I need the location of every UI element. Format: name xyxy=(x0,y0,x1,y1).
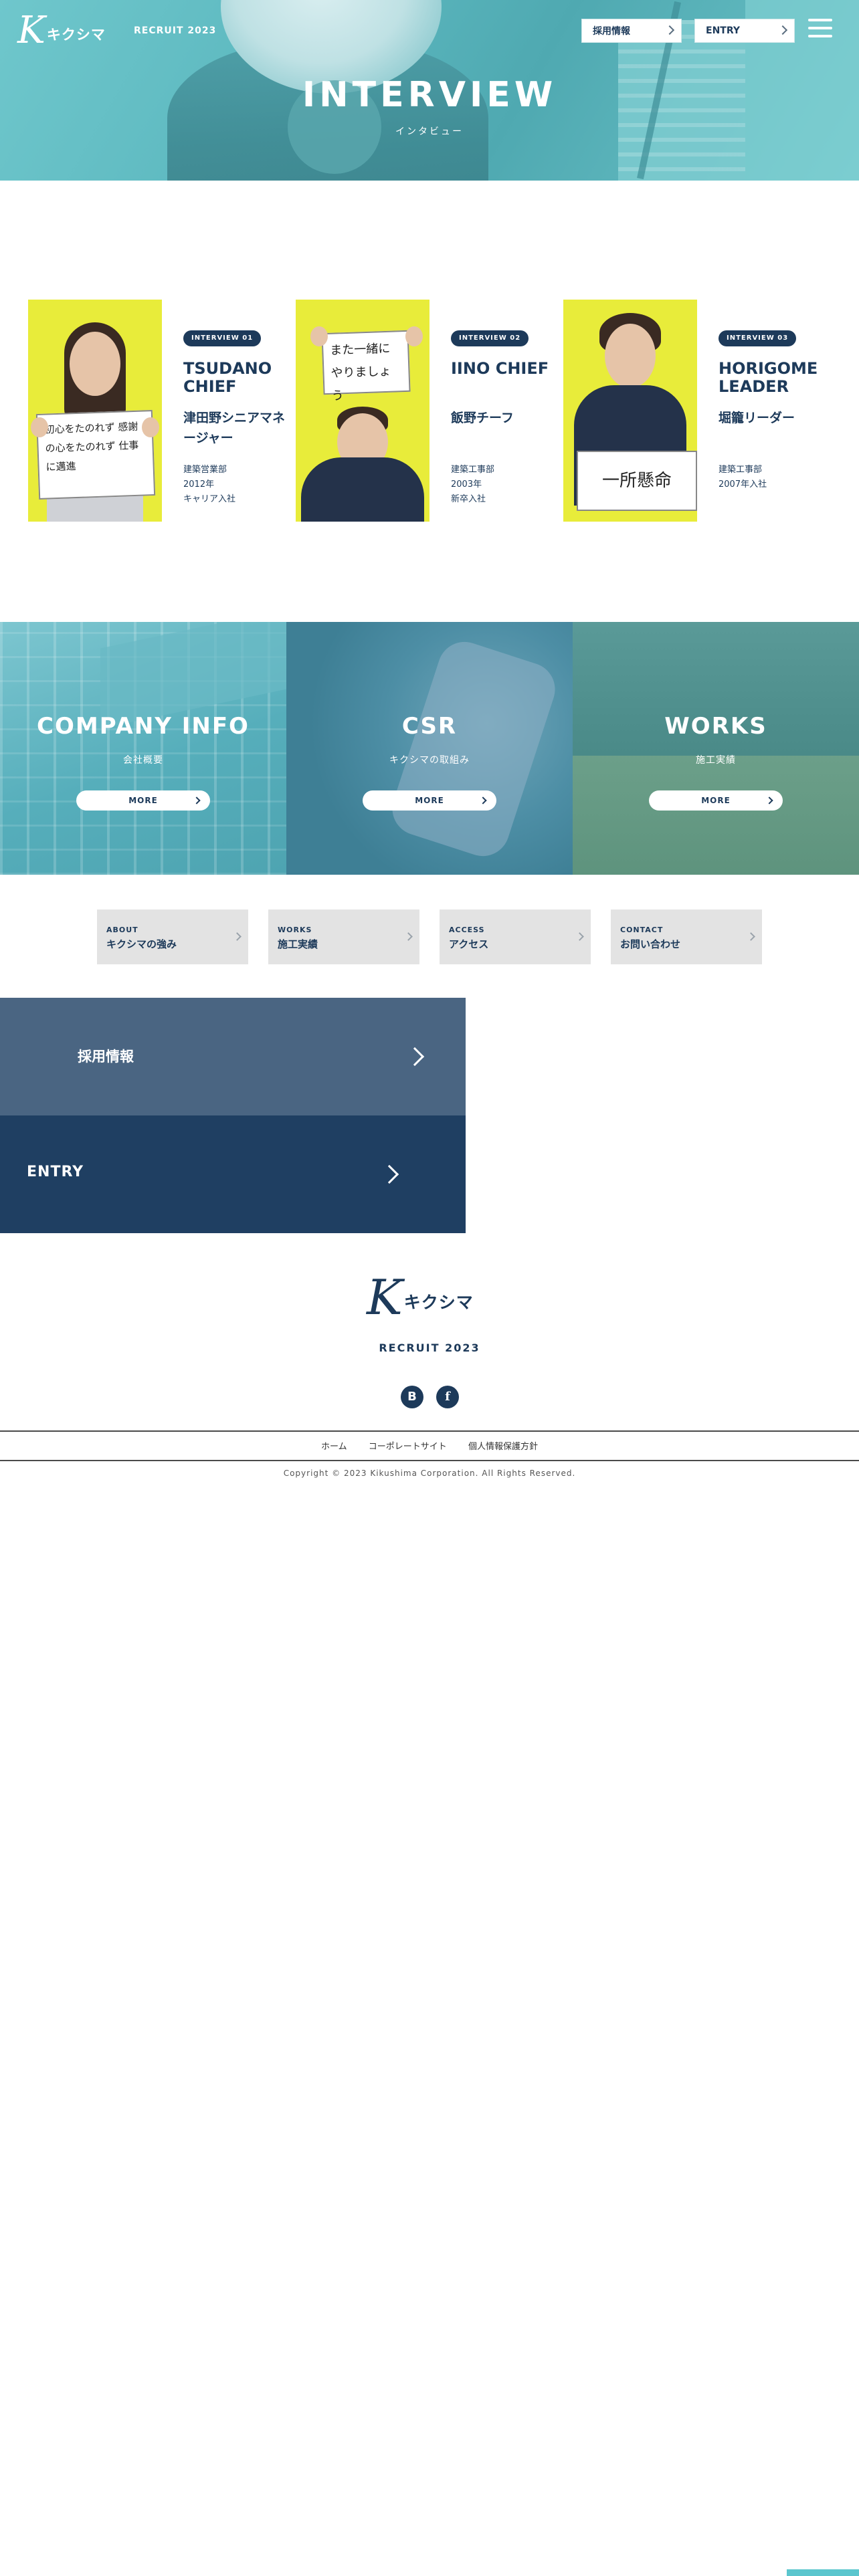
header-entry-button[interactable]: ENTRY xyxy=(694,19,795,43)
link-works[interactable]: WORKS 施工実績 xyxy=(268,909,419,964)
link-jp: キクシマの強み xyxy=(106,938,177,950)
interview-photo: 一所懸命 xyxy=(563,300,697,522)
interview-name-en: HORIGOME LEADER xyxy=(719,359,818,396)
more-button[interactable]: MORE xyxy=(363,790,496,811)
meta-department: 建築営業部 xyxy=(183,465,227,475)
meta-year: 2003年 xyxy=(451,479,482,490)
more-label: MORE xyxy=(701,796,731,805)
panel-subtitle: 施工実績 xyxy=(696,755,736,766)
panel-title: CSR xyxy=(401,713,458,740)
interview-tag: INTERVIEW 01 xyxy=(183,330,262,346)
chevron-right-icon xyxy=(479,796,487,804)
logo-k-mark: K xyxy=(367,1269,403,1325)
interview-meta: 建築営業部 2012年 キャリア入社 xyxy=(183,463,284,507)
footer-divider xyxy=(0,1460,859,1461)
interview-card-02[interactable]: また一緒に やりましょう INTERVIEW 02 IINO CHIEF 飯野チ… xyxy=(296,300,557,522)
panel-subtitle: 会社概要 xyxy=(123,755,163,766)
link-jp: アクセス xyxy=(449,938,489,950)
link-en: WORKS xyxy=(278,926,312,934)
link-contact[interactable]: CONTACT お問い合わせ xyxy=(611,909,762,964)
interview-photo: 初心をたのれず 感謝の心をたのれず 仕事に邁進 xyxy=(28,300,162,522)
panel-company-info[interactable]: COMPANY INFO 会社概要 MORE xyxy=(0,622,286,875)
footer-nav-home[interactable]: ホーム xyxy=(321,1442,347,1452)
footer-logo[interactable]: K キクシマ xyxy=(367,1273,474,1321)
meta-type: キャリア入社 xyxy=(183,494,236,504)
hamburger-menu-icon[interactable] xyxy=(808,19,832,40)
message-board: 初心をたのれず 感謝の心をたのれず 仕事に邁進 xyxy=(35,410,156,500)
chevron-right-icon xyxy=(405,1047,425,1067)
more-label: MORE xyxy=(128,796,158,805)
saiyo-block-label: 採用情報 xyxy=(78,1049,134,1065)
link-en: ACCESS xyxy=(449,926,485,934)
meta-department: 建築工事部 xyxy=(451,465,495,475)
logo-k-mark: K xyxy=(17,9,45,52)
blog-icon[interactable]: B xyxy=(401,1386,423,1408)
message-board: 一所懸命 xyxy=(577,451,697,511)
header-entry-label: ENTRY xyxy=(706,25,740,36)
footer-nav-privacy[interactable]: 個人情報保護方針 xyxy=(468,1442,538,1452)
logo-text: キクシマ xyxy=(46,27,106,43)
saiyo-block-button[interactable]: 採用情報 xyxy=(0,998,466,1115)
chevron-right-icon xyxy=(379,1164,399,1184)
footer-nav: ホーム コーポレートサイト 個人情報保護方針 xyxy=(0,1439,859,1452)
header-saiyo-button[interactable]: 採用情報 xyxy=(581,19,682,43)
site-logo[interactable]: K キクシマ xyxy=(17,12,106,49)
meta-year: 2012年 xyxy=(183,479,215,490)
copyright: Copyright © 2023 Kikushima Corporation. … xyxy=(283,1469,576,1478)
chevron-right-icon xyxy=(664,25,675,35)
message-board: また一緒に やりましょう xyxy=(321,330,411,403)
panel-works[interactable]: WORKS 施工実績 MORE xyxy=(573,622,859,875)
chevron-right-icon xyxy=(777,25,788,35)
link-jp: お問い合わせ xyxy=(620,938,681,950)
footer-divider xyxy=(0,1430,859,1432)
link-en: CONTACT xyxy=(620,926,664,934)
interview-name-jp: 堀籠リーダー xyxy=(719,411,795,425)
interview-meta: 建築工事部 2003年 新卒入社 xyxy=(451,463,551,507)
logo-text: キクシマ xyxy=(403,1293,474,1312)
more-button[interactable]: MORE xyxy=(76,790,210,811)
chevron-right-icon xyxy=(765,796,773,804)
page-top-tab[interactable] xyxy=(787,2569,859,2576)
panel-subtitle: キクシマの取組み xyxy=(389,755,470,766)
link-access[interactable]: ACCESS アクセス xyxy=(440,909,591,964)
meta-department: 建築工事部 xyxy=(719,465,763,475)
more-button[interactable]: MORE xyxy=(649,790,783,811)
panel-csr[interactable]: CSR キクシマの取組み MORE xyxy=(286,622,573,875)
meta-year: 2007年入社 xyxy=(719,479,767,490)
interview-name-en: TSUDANO CHIEF xyxy=(183,359,272,396)
recruit-label: RECRUIT 2023 xyxy=(134,25,217,36)
page-subtitle: インタビュー xyxy=(395,126,464,137)
panel-title: COMPANY INFO xyxy=(37,713,250,740)
interview-meta: 建築工事部 2007年入社 xyxy=(719,463,819,492)
link-jp: 施工実績 xyxy=(278,938,318,950)
entry-block-label: ENTRY xyxy=(27,1164,84,1180)
chevron-right-icon xyxy=(193,796,201,804)
meta-type: 新卒入社 xyxy=(451,494,486,504)
interview-name-jp: 津田野シニアマネージャー xyxy=(183,411,286,445)
interview-card-01[interactable]: 初心をたのれず 感謝の心をたのれず 仕事に邁進 INTERVIEW 01 TSU… xyxy=(28,300,289,522)
entry-block-button[interactable]: ENTRY xyxy=(0,1115,466,1233)
interview-card-03[interactable]: 一所懸命 INTERVIEW 03 HORIGOME LEADER 堀籠リーダー… xyxy=(563,300,824,522)
interview-name-en: IINO CHIEF xyxy=(451,359,549,378)
interview-tag: INTERVIEW 03 xyxy=(719,330,797,346)
interview-name-jp: 飯野チーフ xyxy=(451,411,514,425)
link-en: ABOUT xyxy=(106,926,138,934)
footer-nav-corporate[interactable]: コーポレートサイト xyxy=(369,1442,447,1452)
header-saiyo-label: 採用情報 xyxy=(593,26,630,37)
panel-title: WORKS xyxy=(664,713,767,740)
hero-header: K キクシマ RECRUIT 2023 採用情報 ENTRY INTERVIEW… xyxy=(0,0,859,181)
footer-recruit-label: RECRUIT 2023 xyxy=(379,1341,480,1354)
facebook-icon[interactable]: f xyxy=(436,1386,459,1408)
page-title: INTERVIEW xyxy=(302,75,557,115)
more-label: MORE xyxy=(415,796,444,805)
interview-photo: また一緒に やりましょう xyxy=(296,300,430,522)
link-about[interactable]: ABOUT キクシマの強み xyxy=(97,909,248,964)
interview-tag: INTERVIEW 02 xyxy=(451,330,529,346)
